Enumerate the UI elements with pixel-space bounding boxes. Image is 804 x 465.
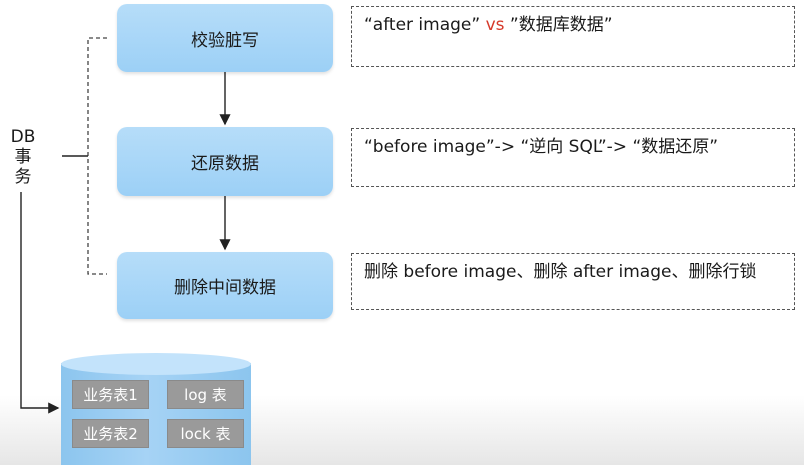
note-vs: vs [485, 15, 505, 35]
arrow-db-to-storage [20, 192, 60, 414]
table-log: log 表 [167, 380, 244, 409]
table-business-2: 业务表2 [72, 419, 149, 448]
note-after-image: “after image” [364, 15, 486, 35]
cylinder-body [61, 363, 251, 465]
step-check-dirty-write: 校验脏写 [117, 4, 333, 72]
note-delete-intermediate: 删除 before image、删除 after image、删除行锁 [351, 253, 795, 310]
table-business-1: 业务表1 [72, 380, 149, 409]
note-check-dirty-write: “after image” vs ”数据库数据” [351, 6, 795, 67]
step-restore-data: 还原数据 [117, 127, 333, 196]
note-db-data: ”数据库数据” [504, 15, 613, 35]
database-cylinder: 业务表1 log 表 业务表2 lock 表 [61, 353, 251, 465]
cylinder-top [61, 353, 251, 375]
note-restore-data: “before image”-> “逆向 SQL”-> “数据还原” [351, 128, 795, 187]
step-delete-intermediate-data: 删除中间数据 [117, 252, 333, 319]
table-lock: lock 表 [167, 419, 244, 448]
bracket-dashed [87, 37, 107, 275]
db-transaction-label: DB 事 务 [10, 127, 36, 187]
